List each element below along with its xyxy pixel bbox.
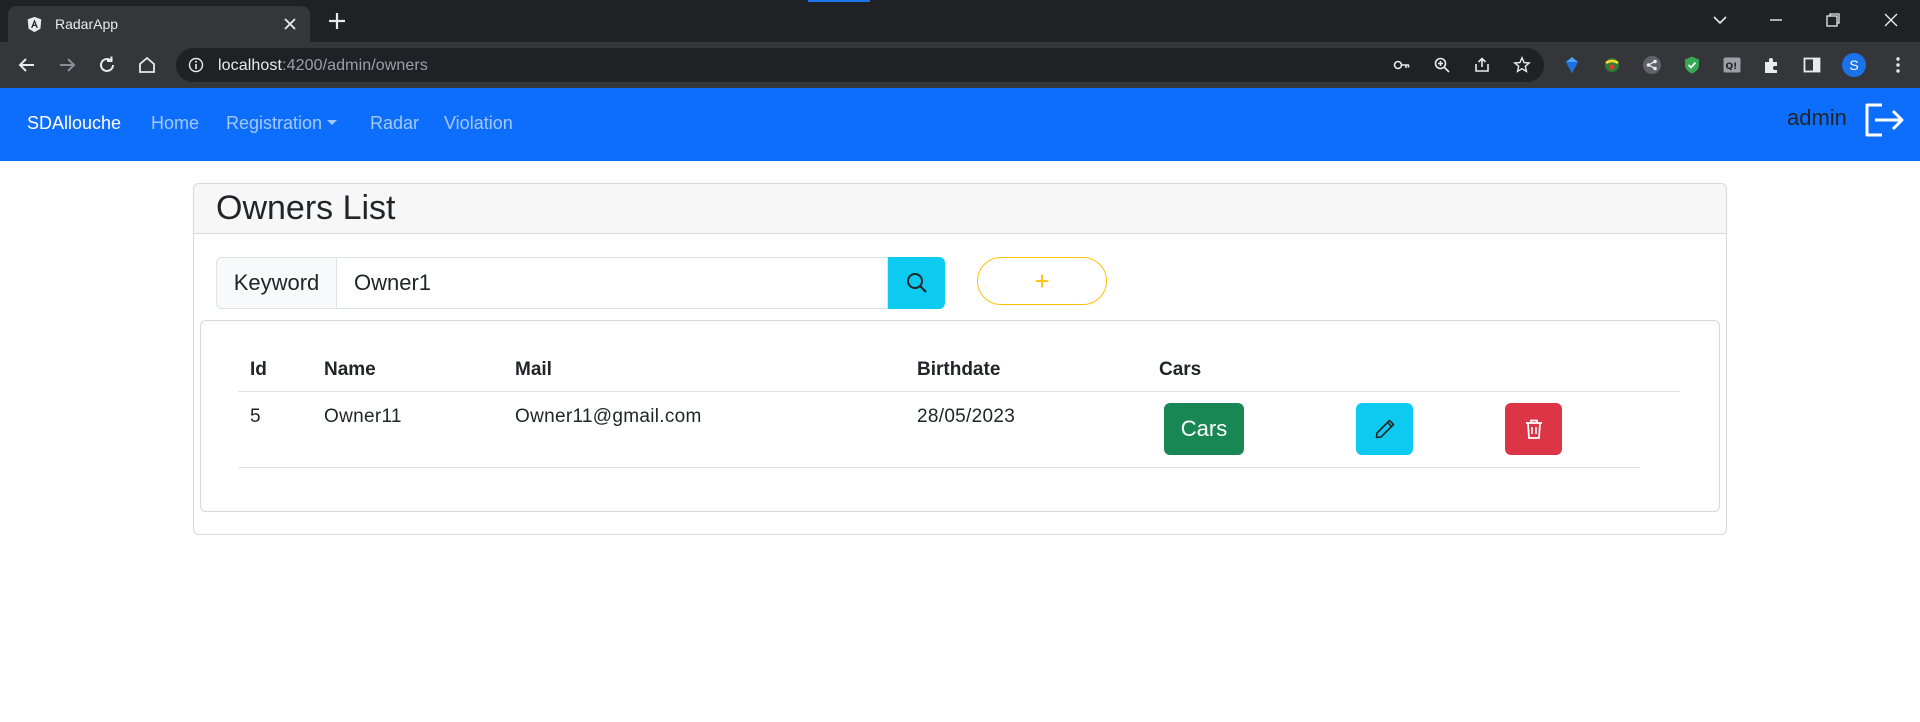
row-divider <box>238 467 1640 468</box>
add-owner-button[interactable]: + <box>977 257 1107 305</box>
trash-icon <box>1526 419 1542 439</box>
back-icon[interactable] <box>16 54 38 76</box>
puzzle-extensions-icon[interactable] <box>1762 55 1782 75</box>
site-info-icon[interactable] <box>188 57 204 73</box>
titlebar-accent <box>808 0 870 2</box>
network-extension-icon[interactable] <box>1642 55 1662 75</box>
search-label: Keyword <box>216 257 337 309</box>
cell-name: Owner11 <box>324 406 402 427</box>
share-icon[interactable] <box>1473 56 1491 74</box>
bookmark-star-icon[interactable] <box>1513 56 1531 74</box>
card-header: Owners List <box>194 184 1726 234</box>
cell-birthdate: 28/05/2023 <box>917 406 1016 427</box>
close-window-icon[interactable] <box>1880 9 1902 31</box>
key-icon[interactable] <box>1393 56 1411 74</box>
owners-card: Owners List Keyword Owner1 + Id Name Mai… <box>193 183 1727 535</box>
column-header-mail: Mail <box>515 359 552 380</box>
pencil-icon <box>1375 419 1395 439</box>
cell-id: 5 <box>250 406 261 427</box>
nav-link-registration[interactable]: Registration <box>226 113 338 134</box>
zoom-icon[interactable] <box>1433 56 1451 74</box>
nav-link-violation[interactable]: Violation <box>444 113 513 134</box>
shield-extension-icon[interactable] <box>1682 55 1702 75</box>
gem-extension-icon[interactable] <box>1562 55 1582 75</box>
new-tab-icon[interactable] <box>326 10 348 32</box>
browser-titlebar: RadarApp <box>0 0 1920 42</box>
search-button[interactable] <box>888 257 945 309</box>
nav-link-radar[interactable]: Radar <box>370 113 419 134</box>
nav-link-registration-label: Registration <box>226 113 323 133</box>
search-group: Keyword Owner1 <box>216 257 945 309</box>
app-navbar: SDAllouche Home Registration Radar Viola… <box>0 88 1920 161</box>
header-divider <box>238 391 1680 392</box>
tab-title: RadarApp <box>55 16 119 32</box>
address-bar[interactable]: localhost:4200/admin/owners <box>176 48 1544 82</box>
kebab-menu-icon[interactable] <box>1888 55 1908 75</box>
browser-toolbar: localhost:4200/admin/owners <box>0 42 1920 88</box>
current-user: admin <box>1787 105 1847 130</box>
cell-mail: Owner11@gmail.com <box>515 406 702 427</box>
side-panel-icon[interactable] <box>1802 55 1822 75</box>
home-icon[interactable] <box>136 54 158 76</box>
tab-search-icon[interactable] <box>1709 9 1731 31</box>
profile-avatar[interactable]: S <box>1842 53 1866 77</box>
column-header-name: Name <box>324 359 376 380</box>
url-text[interactable]: localhost:4200/admin/owners <box>218 57 428 75</box>
qa-extension-icon[interactable]: Q! <box>1722 55 1742 75</box>
delete-button[interactable] <box>1505 403 1562 455</box>
navbar-brand[interactable]: SDAllouche <box>27 113 121 134</box>
page-title: Owners List <box>216 189 396 227</box>
logout-icon[interactable] <box>1862 102 1906 138</box>
search-icon <box>907 273 927 293</box>
edit-button[interactable] <box>1356 403 1413 455</box>
url-path: :4200/admin/owners <box>282 57 428 74</box>
url-host: localhost <box>218 57 283 74</box>
restore-icon[interactable] <box>1822 9 1844 31</box>
column-header-cars: Cars <box>1159 359 1202 380</box>
browser-tab[interactable]: RadarApp <box>8 6 310 42</box>
nav-link-home[interactable]: Home <box>151 113 199 134</box>
cars-button[interactable]: Cars <box>1164 403 1244 455</box>
close-tab-icon[interactable] <box>282 16 298 32</box>
minimize-icon[interactable] <box>1765 9 1787 31</box>
column-header-birthdate: Birthdate <box>917 359 1001 380</box>
add-owner-label: + <box>1034 266 1050 296</box>
forward-icon[interactable] <box>56 54 78 76</box>
angular-icon <box>27 16 42 33</box>
column-header-id: Id <box>250 359 267 380</box>
reload-icon[interactable] <box>96 54 118 76</box>
caret-down-icon <box>327 119 338 125</box>
owners-table-card: Id Name Mail Birthdate Cars 5 Owner11 Ow… <box>200 320 1720 512</box>
search-input[interactable]: Owner1 <box>336 257 888 309</box>
svg-text:Q!: Q! <box>1726 62 1738 72</box>
globe-extension-icon[interactable] <box>1602 55 1622 75</box>
